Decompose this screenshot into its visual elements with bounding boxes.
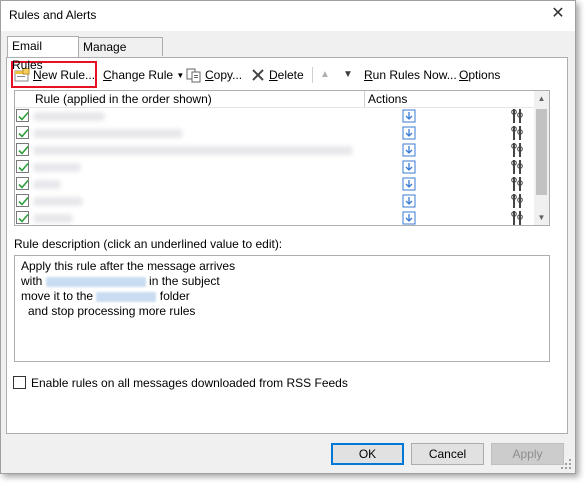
checkmark-icon (18, 213, 29, 223)
subject-value-link[interactable] (45, 276, 146, 287)
rule-enabled-checkbox[interactable] (16, 194, 29, 207)
column-header-rule[interactable]: Rule (applied in the order shown) (35, 92, 212, 106)
move-to-folder-icon (402, 126, 416, 140)
run-rules-mnemonic: R (364, 68, 373, 82)
redacted-rule-name (33, 163, 81, 172)
redacted-rule-name (33, 197, 83, 206)
window-title: Rules and Alerts (9, 8, 97, 22)
copy-label: opy... (213, 68, 243, 82)
move-up-arrow-icon[interactable]: ▲ (320, 64, 330, 86)
move-to-folder-icon (402, 177, 416, 191)
apply-button[interactable]: Apply (491, 443, 564, 465)
rss-checkbox[interactable] (13, 376, 26, 389)
stop-processing-icon (511, 143, 523, 157)
delete-label: elete (277, 68, 304, 82)
redacted-rule-name (33, 180, 61, 189)
description-line-3-prefix: move it to the (21, 289, 94, 303)
rss-checkbox-label[interactable]: Enable rules on all messages downloaded … (31, 376, 348, 390)
rule-row[interactable] (15, 210, 534, 225)
stop-processing-icon (511, 211, 523, 225)
resize-grip-icon[interactable] (560, 458, 572, 470)
description-line-1: Apply this rule after the message arrive… (21, 259, 236, 273)
move-to-folder-icon (402, 160, 416, 174)
move-down-arrow-icon[interactable]: ▼ (343, 64, 353, 86)
options-button[interactable]: Options (459, 64, 500, 86)
close-icon[interactable]: ✕ (549, 5, 567, 23)
redacted-rule-name (33, 214, 73, 223)
run-rules-now-button[interactable]: Run Rules Now... (364, 64, 457, 86)
ok-button[interactable]: OK (331, 443, 404, 465)
rule-description-box: Apply this rule after the message arrive… (14, 255, 550, 362)
change-rule-button[interactable]: Change Rule ▼ (103, 64, 184, 86)
rule-enabled-checkbox[interactable] (16, 160, 29, 173)
column-header-actions[interactable]: Actions (368, 92, 407, 106)
change-rule-mnemonic: C (103, 68, 112, 82)
description-line-3: move it to the folder (21, 289, 190, 303)
description-line-3-suffix: folder (159, 289, 190, 303)
rules-scrollbar[interactable]: ▲ ▼ (534, 91, 549, 225)
scroll-thumb[interactable] (536, 109, 547, 195)
description-line-4: and stop processing more rules (28, 304, 196, 318)
rule-enabled-checkbox[interactable] (16, 177, 29, 190)
rules-list-header: Rule (applied in the order shown) Action… (15, 91, 534, 108)
rule-description-label: Rule description (click an underlined va… (14, 237, 283, 251)
checkmark-icon (18, 162, 29, 172)
redacted-rule-name (33, 146, 353, 155)
checkmark-icon (18, 179, 29, 189)
description-line-2-suffix: in the subject (149, 274, 220, 288)
rule-row[interactable] (15, 108, 534, 125)
rule-row[interactable] (15, 176, 534, 193)
run-rules-label: un Rules Now... (372, 68, 457, 82)
move-to-folder-icon (402, 211, 416, 225)
checkmark-icon (18, 111, 29, 121)
folder-value-link[interactable] (96, 291, 157, 302)
checkmark-icon (18, 145, 29, 155)
delete-mnemonic: D (269, 68, 278, 82)
move-to-folder-icon (402, 143, 416, 157)
scroll-down-icon[interactable]: ▼ (534, 210, 549, 225)
cancel-button[interactable]: Cancel (411, 443, 484, 465)
redacted-rule-name (33, 129, 183, 138)
options-label: ptions (468, 68, 501, 82)
stop-processing-icon (511, 109, 523, 123)
copy-mnemonic: C (205, 68, 214, 82)
rule-enabled-checkbox[interactable] (16, 126, 29, 139)
rule-enabled-checkbox[interactable] (16, 109, 29, 122)
rule-enabled-checkbox[interactable] (16, 143, 29, 156)
tab-email-rules[interactable]: Email Rules (7, 36, 79, 72)
rule-row[interactable] (15, 125, 534, 142)
scroll-up-icon[interactable]: ▲ (534, 91, 549, 106)
stop-processing-icon (511, 160, 523, 174)
copy-icon (186, 68, 201, 83)
redacted-rule-name (33, 112, 105, 121)
stop-processing-icon (511, 177, 523, 191)
checkmark-icon (18, 128, 29, 138)
move-to-folder-icon (402, 194, 416, 208)
dropdown-arrow-icon: ▼ (176, 71, 185, 80)
rule-enabled-checkbox[interactable] (16, 211, 29, 224)
checkmark-icon (18, 196, 29, 206)
move-to-folder-icon (402, 109, 416, 123)
delete-x-icon (252, 69, 264, 81)
rule-row[interactable] (15, 159, 534, 176)
toolbar-separator (312, 67, 313, 83)
stop-processing-icon (511, 126, 523, 140)
description-line-2-prefix: with (21, 274, 43, 288)
stop-processing-icon (511, 194, 523, 208)
title-bar: Rules and Alerts ✕ (1, 1, 575, 31)
description-line-2: with in the subject (21, 274, 220, 288)
tab-manage-alerts[interactable]: Manage Alerts (78, 37, 163, 73)
options-mnemonic: O (459, 68, 469, 82)
change-rule-label: hange Rule (111, 68, 174, 82)
rule-row[interactable] (15, 193, 534, 210)
rule-row[interactable] (15, 142, 534, 159)
rules-list[interactable]: Rule (applied in the order shown) Action… (14, 90, 550, 226)
column-divider (364, 91, 365, 107)
